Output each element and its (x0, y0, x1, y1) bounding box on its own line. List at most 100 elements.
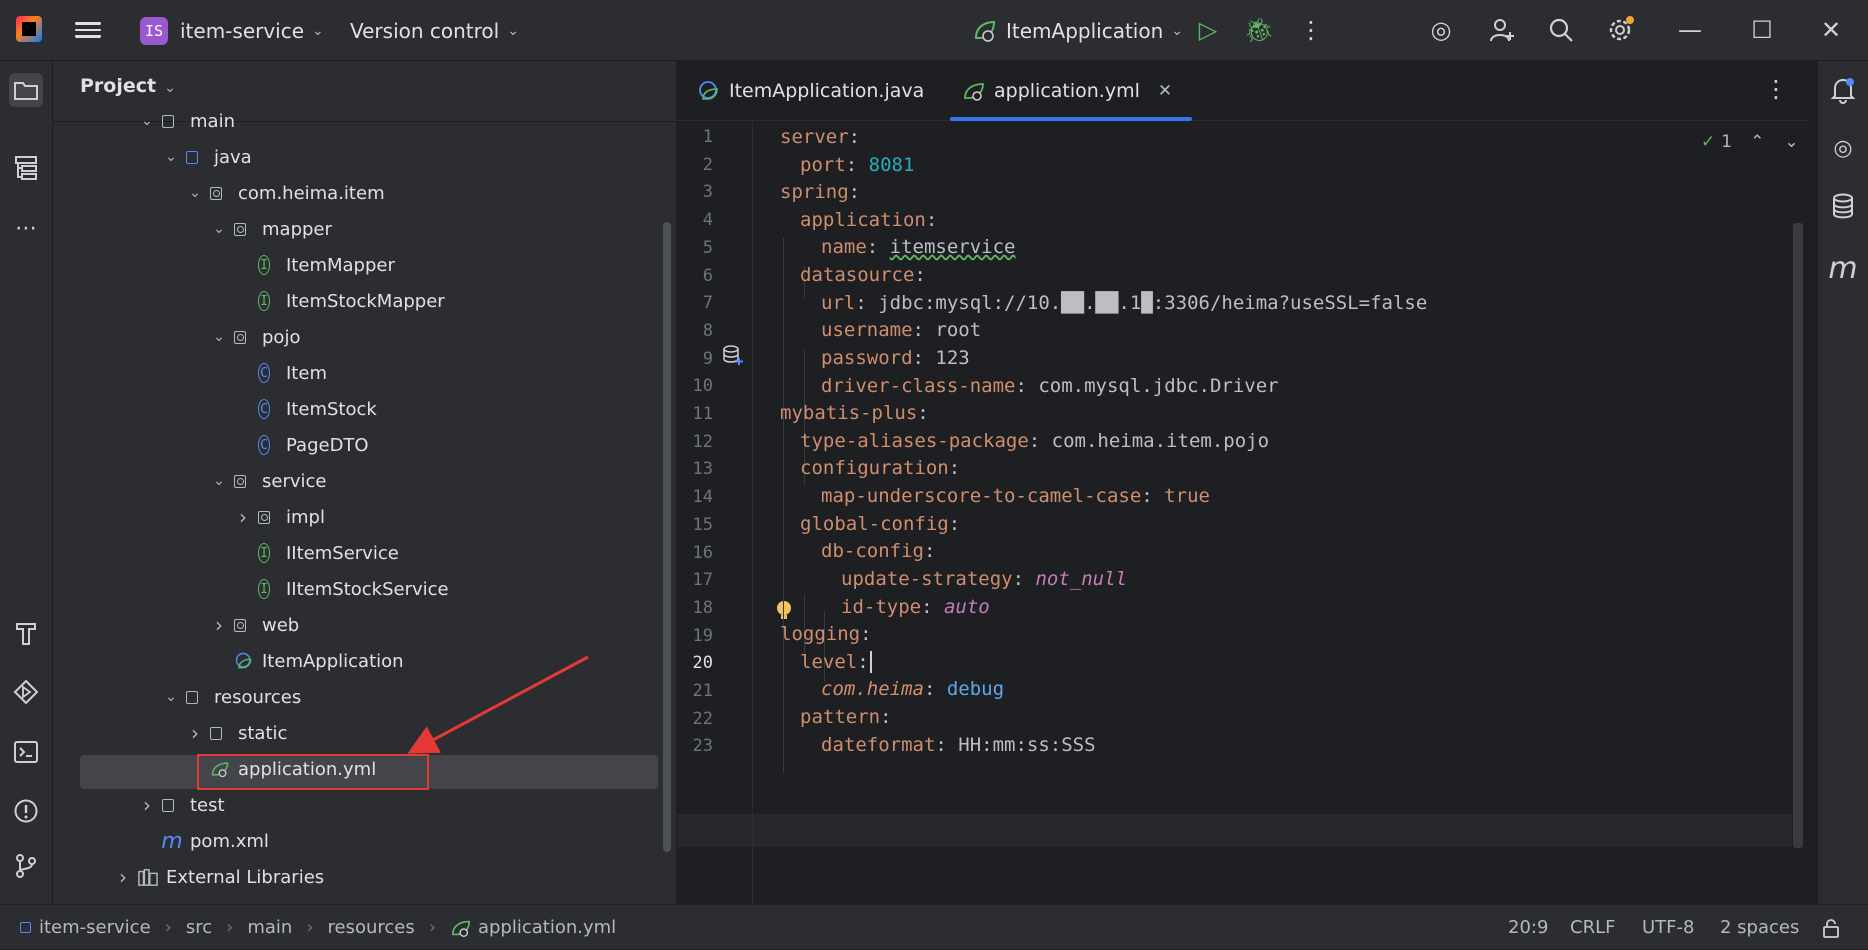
chevron-down-icon[interactable]: ⌄ (140, 113, 154, 129)
chevron-right-icon[interactable]: › (116, 865, 130, 889)
tree-node[interactable]: I IItemService (236, 535, 399, 571)
chevron-right-icon[interactable]: › (188, 721, 202, 745)
chevron-right-icon[interactable]: › (212, 613, 226, 637)
folder-icon (162, 795, 182, 815)
tree-node[interactable]: ⌄ pojo (212, 319, 300, 355)
breadcrumb-item[interactable]: item-service (39, 917, 151, 938)
build-hammer-icon[interactable] (9, 616, 43, 650)
project-panel-title[interactable]: Project ⌄ (80, 75, 176, 97)
chevron-down-icon[interactable]: ⌄ (164, 149, 178, 165)
more-options-icon[interactable]: ⋮ (1293, 12, 1329, 48)
line-number: 11 (692, 404, 713, 424)
tree-node[interactable]: ⌄ main (140, 103, 235, 139)
tree-node[interactable]: I ItemStockMapper (236, 283, 445, 319)
chevron-right-icon[interactable]: › (140, 793, 154, 817)
tree-node[interactable]: › web (212, 607, 299, 643)
caret-position[interactable]: 20:9 (1508, 905, 1548, 950)
close-icon[interactable]: ✕ (1813, 12, 1849, 48)
line-number: 2 (702, 154, 713, 175)
next-highlight-icon[interactable]: ⌄ (1784, 132, 1798, 152)
tab-application-yml[interactable]: application.yml ✕ (950, 61, 1193, 121)
ai-assistant-icon[interactable]: ◎ (1423, 12, 1459, 48)
git-icon[interactable] (9, 849, 43, 883)
tree-node[interactable]: › External Libraries (116, 859, 324, 895)
tree-node[interactable]: ⌄ mapper (212, 211, 332, 247)
interface-icon: I (258, 255, 278, 275)
project-scrollbar[interactable] (663, 222, 671, 852)
tab-itemapplication-java[interactable]: ItemApplication.java (697, 61, 924, 121)
settings-gear-icon[interactable] (1602, 12, 1638, 48)
tree-node-label: java (214, 146, 252, 168)
debug-icon[interactable]: 🐞︎ (1241, 12, 1277, 48)
chevron-down-icon[interactable]: ⌄ (212, 473, 226, 489)
tree-node[interactable]: ⌄ com.heima.item (188, 175, 385, 211)
minimize-icon[interactable]: — (1672, 12, 1708, 48)
more-tools-icon[interactable]: ⋯ (9, 211, 43, 245)
tree-node-label: ItemApplication (262, 650, 404, 672)
tree-node[interactable]: ⌄ service (212, 463, 326, 499)
chevron-down-icon[interactable]: ⌄ (164, 689, 178, 705)
tree-node[interactable]: › static (188, 715, 287, 751)
tree-node[interactable]: C PageDTO (236, 427, 369, 463)
tree-node[interactable]: I IItemStockService (236, 571, 449, 607)
search-icon[interactable] (1543, 12, 1579, 48)
tree-node[interactable]: ⌄ resources (164, 679, 301, 715)
tree-node[interactable]: › test (140, 787, 225, 823)
line-ending[interactable]: CRLF (1570, 905, 1615, 950)
main-menu-icon[interactable] (75, 18, 101, 42)
breadcrumb-item[interactable]: resources (328, 917, 415, 938)
add-user-icon[interactable] (1484, 12, 1520, 48)
chevron-right-icon[interactable]: › (236, 505, 250, 529)
tree-node[interactable]: m pom.xml (140, 823, 269, 859)
run-icon[interactable]: ▷ (1190, 12, 1226, 48)
vcs-menu[interactable]: Version control ⌄ (350, 0, 519, 61)
tree-node[interactable]: C ItemStock (236, 391, 377, 427)
java-class-icon (699, 81, 718, 100)
code-content[interactable]: server: port: 8081 spring: application: … (780, 121, 1780, 904)
red-annotation-arrow (407, 655, 589, 754)
chevron-down-icon[interactable]: ⌄ (212, 329, 226, 345)
chevron-down-icon[interactable]: ⌄ (188, 185, 202, 201)
maven-icon[interactable]: m (1826, 251, 1860, 286)
services-icon[interactable] (9, 675, 43, 709)
intellij-logo-icon[interactable] (16, 16, 42, 42)
tree-node[interactable]: I ItemMapper (236, 247, 395, 283)
package-icon (210, 183, 230, 203)
tree-node[interactable]: ItemApplication (212, 643, 404, 679)
project-folder-icon[interactable] (9, 73, 43, 107)
tree-node[interactable]: ⌄ java (164, 139, 252, 175)
breadcrumb-item[interactable]: main (247, 917, 292, 938)
readonly-lock-icon[interactable] (1821, 905, 1843, 950)
tree-node-label: main (190, 110, 235, 132)
ai-chat-icon[interactable]: ◎ (1826, 131, 1860, 165)
editor-scrollbar[interactable] (1793, 223, 1803, 848)
indent-setting[interactable]: 2 spaces (1720, 905, 1799, 950)
close-tab-icon[interactable]: ✕ (1158, 81, 1172, 101)
tree-node-label: pojo (262, 326, 301, 348)
tree-node-label: web (262, 614, 300, 636)
file-encoding[interactable]: UTF-8 (1642, 905, 1694, 950)
breadcrumb-item[interactable]: application.yml (478, 917, 616, 938)
tree-node-label: IItemStockService (286, 578, 449, 600)
tree-node[interactable]: › impl (236, 499, 325, 535)
project-switcher[interactable]: IS item-service ⌄ (140, 0, 324, 61)
problems-icon[interactable] (9, 794, 43, 828)
title-bar: IS item-service ⌄ Version control ⌄ Item… (0, 0, 1868, 61)
class-icon: C (258, 399, 278, 419)
structure-icon[interactable] (9, 151, 43, 185)
tabs-more-icon[interactable]: ⋮ (1764, 75, 1788, 103)
spring-icon (974, 20, 996, 42)
chevron-down-icon[interactable]: ⌄ (212, 221, 226, 237)
tree-node-label: com.heima.item (238, 182, 385, 204)
database-gutter-icon[interactable] (722, 344, 744, 366)
chevron-down-icon: ⌄ (1171, 22, 1184, 39)
database-icon[interactable] (1826, 189, 1860, 223)
terminal-icon[interactable] (9, 735, 43, 769)
maximize-icon[interactable]: ☐ (1744, 12, 1780, 48)
project-badge: IS (140, 16, 168, 45)
run-config-selector[interactable]: ItemApplication ⌄ (972, 0, 1183, 61)
line-number: 23 (692, 736, 713, 757)
breadcrumb-item[interactable]: src (186, 917, 212, 938)
tree-node[interactable]: C Item (236, 355, 327, 391)
notifications-bell-icon[interactable] (1826, 73, 1860, 107)
